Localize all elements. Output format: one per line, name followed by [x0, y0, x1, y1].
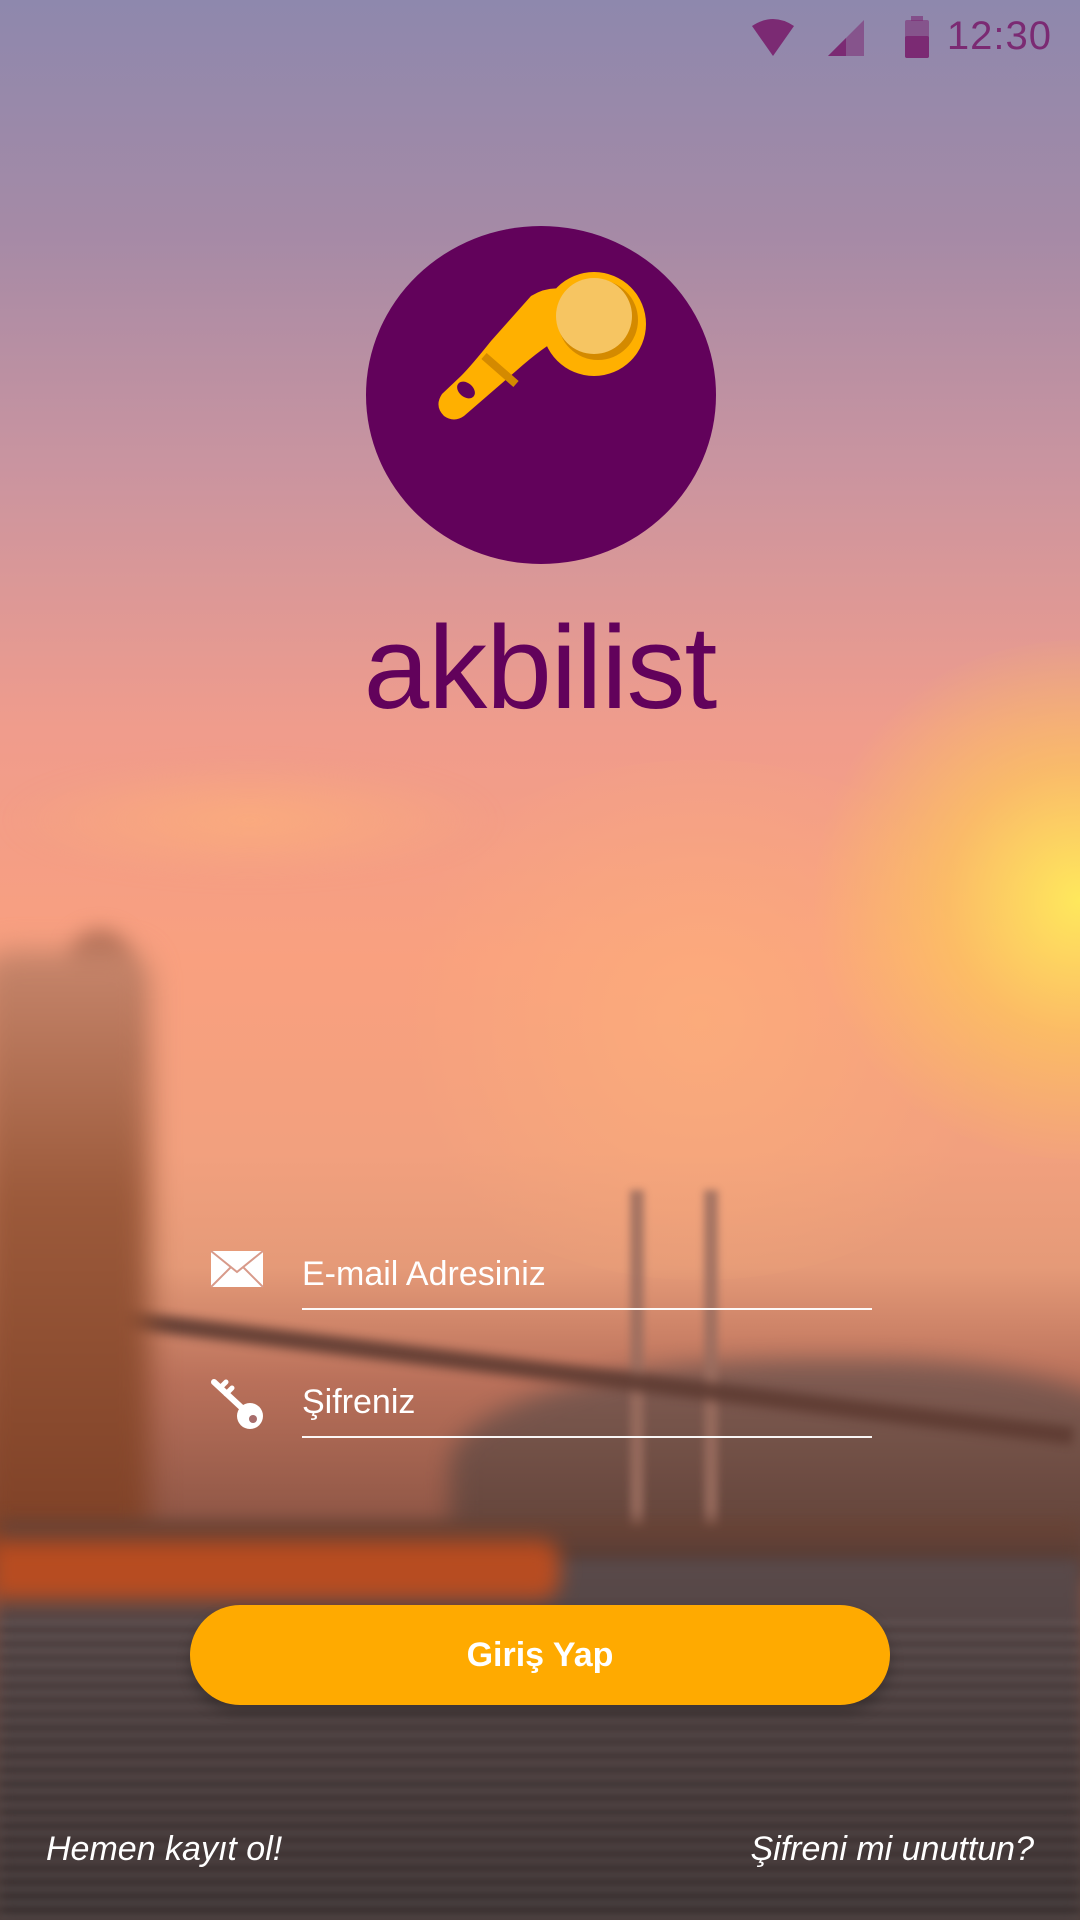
email-input[interactable]: [302, 1240, 872, 1310]
key-fob-icon: [438, 272, 646, 420]
register-link[interactable]: Hemen kayıt ol!: [46, 1830, 282, 1869]
app-logo: [366, 226, 716, 564]
envelope-icon: [210, 1250, 264, 1288]
battery-icon: [905, 16, 929, 58]
background-haze: [0, 760, 500, 880]
brand-name: akbilist: [363, 602, 718, 734]
password-input[interactable]: [302, 1368, 872, 1438]
status-bar: 12:30: [0, 0, 1080, 80]
cellular-signal-icon: [828, 20, 864, 56]
login-button[interactable]: Giriş Yap: [190, 1605, 890, 1705]
password-field-row: [210, 1368, 875, 1448]
email-field-row: [210, 1240, 875, 1320]
mosque-silhouette: [0, 950, 150, 1570]
login-screen: 12:30 akbilist Giriş Yap: [0, 0, 1080, 1920]
status-time: 12:30: [946, 14, 1052, 58]
wifi-icon: [752, 19, 794, 56]
forgot-password-link[interactable]: Şifreni mi unuttun?: [751, 1830, 1035, 1869]
key-icon: [211, 1379, 263, 1429]
pier: [0, 1540, 560, 1600]
